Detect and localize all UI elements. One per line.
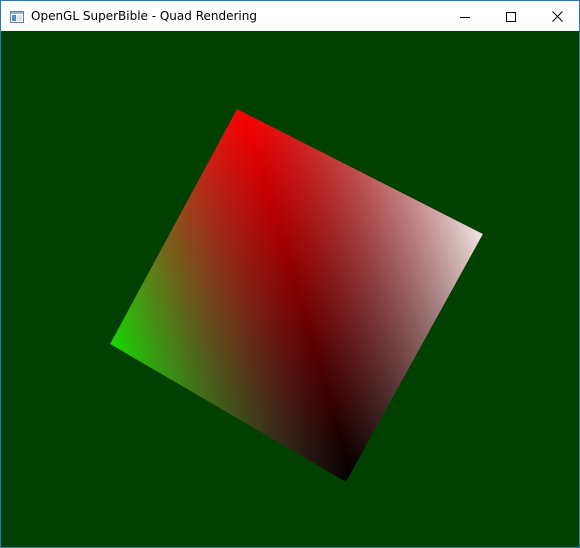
window-title: OpenGL SuperBible - Quad Rendering	[31, 9, 257, 23]
application-window: OpenGL SuperBible - Quad Rendering	[0, 0, 580, 548]
quad-overlay	[110, 109, 483, 482]
title-bar[interactable]: OpenGL SuperBible - Quad Rendering	[1, 1, 579, 31]
maximize-button[interactable]	[488, 1, 534, 31]
close-button[interactable]	[534, 1, 579, 31]
close-icon	[551, 7, 563, 26]
minimize-icon	[460, 7, 470, 26]
maximize-icon	[506, 7, 516, 26]
quad-render	[110, 109, 483, 482]
minimize-button[interactable]	[442, 1, 488, 31]
app-window-icon[interactable]	[9, 9, 25, 25]
opengl-canvas[interactable]	[1, 31, 579, 547]
